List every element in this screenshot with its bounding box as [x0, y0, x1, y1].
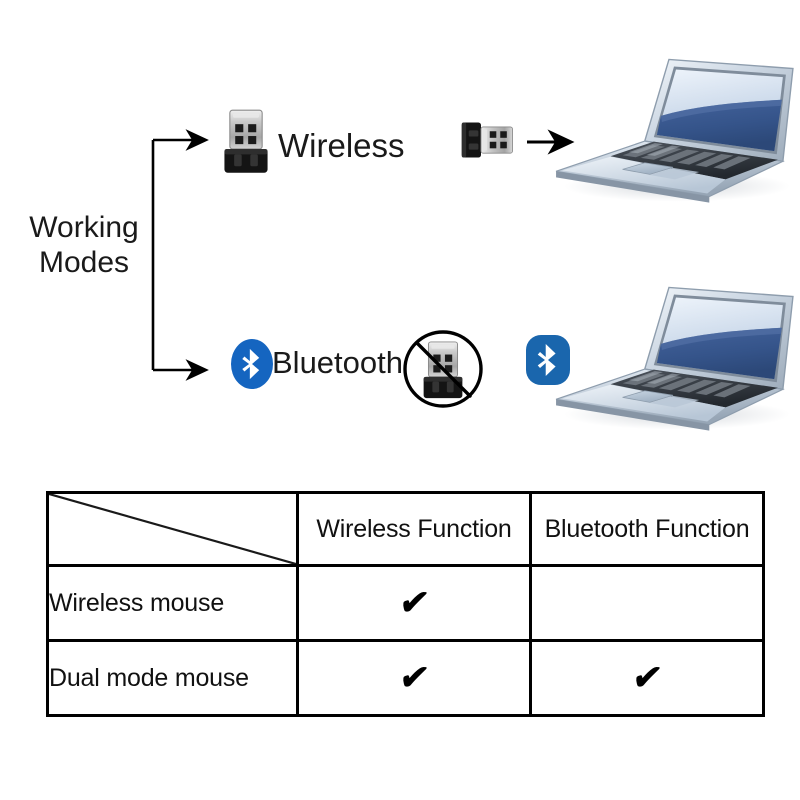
- table-header-row: Wireless Function Bluetooth Function: [46, 491, 765, 567]
- column-header-wireless-function: Wireless Function: [296, 491, 532, 567]
- function-comparison-table: Wireless Function Bluetooth Function Wir…: [46, 491, 765, 717]
- cell-wireless-mouse-bluetooth-function: [529, 564, 765, 642]
- cell-dual-mode-mouse-bluetooth-function: ✔: [529, 639, 765, 717]
- row-header-wireless-mouse: Wireless mouse: [46, 564, 299, 642]
- table-corner-cell: [46, 491, 299, 567]
- working-modes-line-2: Modes: [38, 246, 130, 280]
- branch-connector: [151, 129, 209, 381]
- laptop-icon: [555, 58, 794, 204]
- bluetooth-branch-label: Bluetooth: [272, 345, 403, 380]
- infographic-root: Working Modes Wireless Bluetooth Wireles…: [0, 0, 800, 800]
- corner-diagonal-line: [49, 494, 296, 564]
- check-icon: ✔: [629, 659, 665, 697]
- cell-wireless-mouse-wireless-function: ✔: [296, 564, 532, 642]
- bluetooth-scenario: [403, 286, 794, 432]
- wireless-branch-label: Wireless: [278, 127, 405, 164]
- laptop-icon: [555, 286, 794, 432]
- usb-dongle-icon: [223, 109, 269, 174]
- cell-dual-mode-mouse-wireless-function: ✔: [296, 639, 532, 717]
- bluetooth-icon: [231, 339, 273, 389]
- usb-dongle-icon: [461, 122, 513, 158]
- wireless-scenario: [461, 58, 794, 204]
- working-modes-line-1: Working: [29, 211, 139, 244]
- table-row: Wireless mouse ✔: [46, 564, 765, 642]
- check-icon: ✔: [396, 659, 432, 697]
- bluetooth-icon: [526, 335, 570, 385]
- check-icon: ✔: [396, 584, 432, 622]
- usb-dongle-prohibited-icon: [403, 330, 483, 408]
- row-header-dual-mode-mouse: Dual mode mouse: [46, 639, 299, 717]
- working-modes-label: Working Modes: [18, 210, 150, 281]
- column-header-bluetooth-function: Bluetooth Function: [529, 491, 765, 567]
- table-row: Dual mode mouse ✔ ✔: [46, 639, 765, 717]
